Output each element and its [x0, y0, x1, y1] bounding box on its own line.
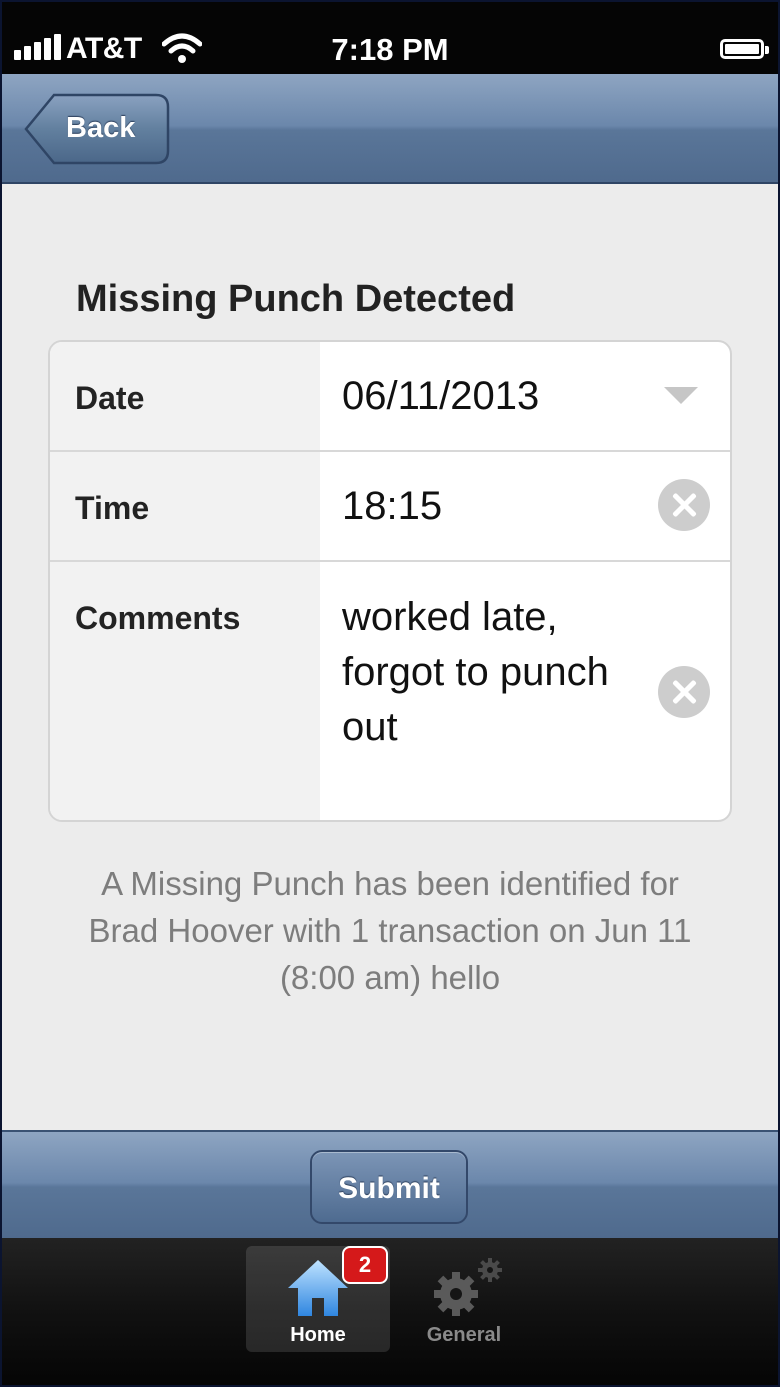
back-button-label: Back: [66, 112, 136, 144]
tab-home[interactable]: 2 Home: [246, 1246, 390, 1352]
time-row: Time 18:15: [50, 452, 730, 562]
time-input[interactable]: 18:15: [342, 484, 442, 529]
date-select[interactable]: 06/11/2013: [342, 374, 539, 419]
gears-icon: [434, 1258, 502, 1316]
date-row: Date 06/11/2013: [50, 342, 730, 452]
page-title: Missing Punch Detected: [76, 278, 516, 320]
clear-comments-icon[interactable]: [658, 666, 710, 718]
status-bar: AT&T 7:18 PM: [2, 2, 778, 74]
bottom-toolbar: Submit: [2, 1130, 778, 1238]
tab-home-label: Home: [290, 1324, 346, 1346]
navigation-bar: Back: [2, 74, 778, 184]
app-screen: AT&T 7:18 PM Back Missing Punch Detected…: [2, 2, 778, 1385]
submit-button[interactable]: Submit: [310, 1150, 468, 1224]
clear-time-icon[interactable]: [658, 479, 710, 531]
dropdown-arrow-icon[interactable]: [664, 387, 698, 404]
comments-label: Comments: [75, 600, 241, 636]
time-label: Time: [75, 490, 150, 526]
date-label: Date: [75, 380, 145, 416]
back-button[interactable]: Back: [24, 92, 170, 165]
home-icon: [288, 1260, 348, 1316]
tab-bar: 2 Home General: [2, 1238, 778, 1385]
status-time: 7:18 PM: [331, 32, 449, 67]
phone-frame: AT&T 7:18 PM Back Missing Punch Detected…: [0, 0, 780, 1387]
comments-row: Comments worked late, forgot to punch ou…: [50, 562, 730, 820]
punch-form: Date 06/11/2013 Time 18:15 Comments work…: [48, 340, 732, 822]
missing-punch-description: A Missing Punch has been identified for …: [88, 865, 692, 996]
tab-general-label: General: [426, 1324, 502, 1346]
comments-textarea[interactable]: worked late, forgot to punch out: [342, 590, 642, 755]
notification-badge: 2: [342, 1246, 388, 1284]
submit-button-label: Submit: [338, 1172, 440, 1205]
tab-general[interactable]: General: [402, 1246, 526, 1352]
battery-icon: [720, 39, 769, 59]
